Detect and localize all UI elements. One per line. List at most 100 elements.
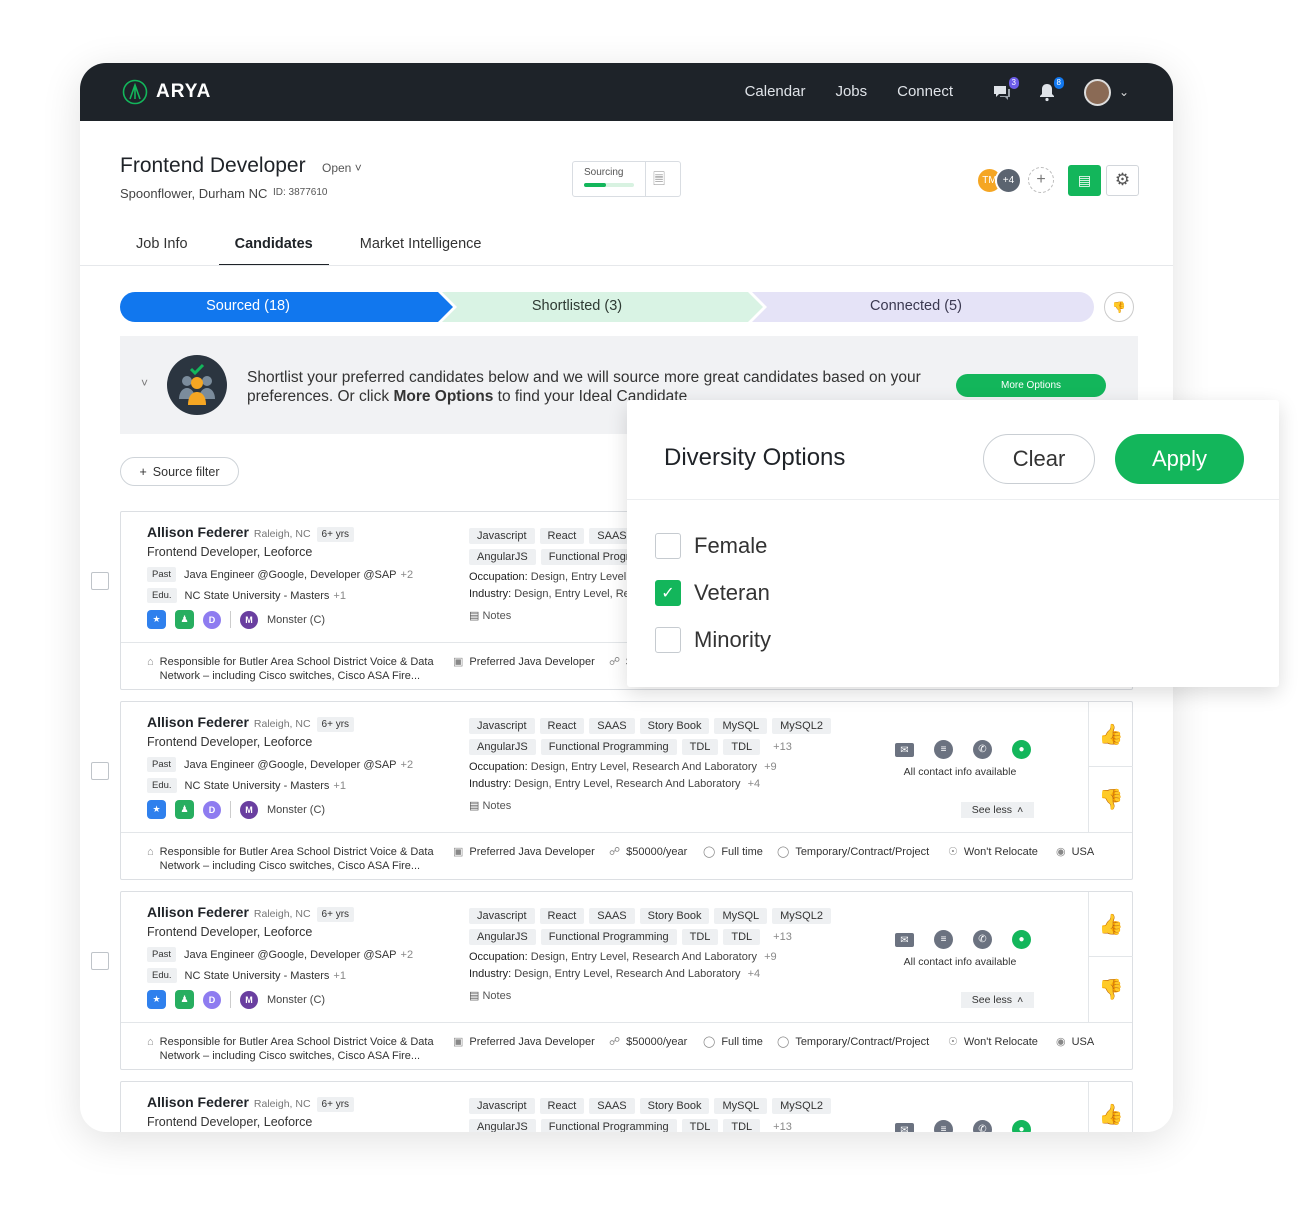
tab-candidates[interactable]: Candidates [218,227,329,266]
candidate-card[interactable]: Allison Federer Raleigh, NC 6+ yrs Fronten… [120,701,1133,880]
candidate-select-checkbox[interactable] [91,572,109,590]
candidate-card[interactable]: Allison Federer Raleigh, NC 6+ yrs Fronten… [120,891,1133,1070]
social-source-icon[interactable]: ★ [147,990,166,1009]
phone-icon[interactable]: ✆ [973,1120,992,1132]
candidate-select-checkbox[interactable] [91,952,109,970]
notes-link[interactable]: ▤ Notes [469,799,869,812]
shortlist-thumbs-up-icon[interactable]: 👍 [1089,892,1133,957]
diversity-title: Diversity Options [664,444,846,471]
skill-tag: TDL [723,929,761,945]
sms-icon[interactable]: ≡ [934,740,953,759]
search-document-icon[interactable]: 🗏 [653,169,665,194]
sms-icon[interactable]: ≡ [934,930,953,949]
edu-more[interactable]: +1 [333,780,346,792]
diversity-option-female[interactable]: Female [655,533,767,559]
nav-connect[interactable]: Connect [897,83,953,100]
d-source-icon[interactable]: D [203,610,221,629]
user-avatar[interactable] [1084,79,1111,106]
occupation-more[interactable]: +9 [764,951,777,963]
past-more[interactable]: +2 [401,569,414,581]
job-location: Spoonflower, Durham NC [120,186,268,201]
skills-more[interactable]: +13 [765,1119,800,1132]
diversity-option-veteran[interactable]: ✓ Veteran [655,580,770,606]
notes-link[interactable]: ▤ Notes [469,989,869,1002]
edu-text: NC State University - Masters [184,969,330,982]
email-icon[interactable]: ✉ [895,933,914,947]
checkbox[interactable] [655,533,681,559]
reject-thumbs-down-icon[interactable]: 👎 [1089,767,1133,832]
sourcing-status[interactable]: Sourcing 🗏 [572,161,681,197]
candidate-name[interactable]: Allison Federer [147,524,249,540]
nav-calendar[interactable]: Calendar [745,83,806,100]
see-less-button[interactable]: See less ˄ [961,802,1034,818]
d-source-icon[interactable]: D [203,800,221,819]
people-source-icon[interactable]: ♟ [175,800,194,819]
more-options-button[interactable]: More Options [956,374,1106,397]
candidate-name[interactable]: Allison Federer [147,1094,249,1110]
candidate-name[interactable]: Allison Federer [147,904,249,920]
chevron-down-icon[interactable]: ˅ [141,376,148,390]
tab-job-info[interactable]: Job Info [120,227,204,266]
skills-row: AngularJS Functional Programming TDL TDL +13 [469,1119,869,1132]
skills-section: JavascriptReactSAASStory BookMySQLMySQL2… [469,1098,869,1132]
pipeline-connected[interactable]: Connected (5) [766,298,1066,314]
candidate-card[interactable]: Allison Federer Raleigh, NC 6+ yrs Fronten… [120,1081,1133,1132]
shortlist-thumbs-up-icon[interactable]: 👍 [1089,1082,1133,1132]
edu-more[interactable]: +1 [333,590,346,602]
tab-market-intelligence[interactable]: Market Intelligence [344,227,498,266]
past-tag: Past [147,757,177,772]
contact-card-icon[interactable]: ● [1012,1120,1031,1132]
candidate-name[interactable]: Allison Federer [147,714,249,730]
people-source-icon[interactable]: ♟ [175,990,194,1009]
phone-icon[interactable]: ✆ [973,930,992,949]
diversity-option-minority[interactable]: Minority [655,627,771,653]
pipeline-sourced[interactable]: Sourced (18) [120,298,376,314]
skills-more[interactable]: +13 [765,929,800,945]
experience-badge: 6+ yrs [316,527,355,542]
industry-more[interactable]: +4 [748,968,761,980]
settings-button[interactable]: ⚙ [1106,164,1139,196]
contact-status: All contact info available [903,956,1017,968]
arya-logo-icon [122,79,148,105]
team-more-avatar[interactable]: +4 [995,166,1022,194]
reject-thumbs-down-icon[interactable]: 👎 [1089,957,1133,1022]
add-team-member-button[interactable]: + [1028,167,1054,193]
email-icon[interactable]: ✉ [895,743,914,757]
bell-icon[interactable]: 8 [1036,77,1064,103]
checkbox[interactable]: ✓ [655,580,681,606]
edu-more[interactable]: +1 [333,970,346,982]
skills-more[interactable]: +13 [765,739,800,755]
people-source-icon[interactable]: ♟ [175,610,194,629]
contact-card-icon[interactable]: ● [1012,740,1031,759]
job-status-dropdown[interactable]: Open ˅ [322,161,362,175]
sms-icon[interactable]: ≡ [934,1120,953,1132]
checkbox[interactable] [655,627,681,653]
arya-logo[interactable]: ARYA [122,79,211,105]
pipeline-shortlisted[interactable]: Shortlisted (3) [456,298,698,314]
chat-icon[interactable]: 3 [991,77,1019,103]
past-more[interactable]: +2 [401,759,414,771]
nav-jobs[interactable]: Jobs [835,83,867,100]
past-text: Java Engineer @Google, Developer @SAP [184,758,397,771]
see-less-button[interactable]: See less ˄ [961,992,1034,1008]
chevron-up-icon: ˄ [1017,804,1024,816]
candidate-select-checkbox[interactable] [91,762,109,780]
industry-more[interactable]: +4 [748,778,761,790]
past-more[interactable]: +2 [401,949,414,961]
apply-button[interactable]: Apply [1115,434,1244,484]
clear-button[interactable]: Clear [983,434,1095,484]
occupation-more[interactable]: +9 [764,761,777,773]
source-icons: ★ ♟ D M Monster (C) [147,800,325,819]
social-source-icon[interactable]: ★ [147,610,166,629]
chat-panel-button[interactable]: ▤ [1068,164,1101,196]
chevron-down-icon[interactable]: ⌄ [1119,85,1129,99]
shortlist-thumbs-up-icon[interactable]: 👍 [1089,702,1133,767]
social-source-icon[interactable]: ★ [147,800,166,819]
d-source-icon[interactable]: D [203,990,221,1009]
email-icon[interactable]: ✉ [895,1123,914,1132]
contact-card-icon[interactable]: ● [1012,930,1031,949]
rejected-button[interactable]: 👎 [1104,292,1134,322]
phone-icon[interactable]: ✆ [973,740,992,759]
source-filter-button[interactable]: + Source filter [120,457,239,486]
monster-icon: M [240,610,258,629]
